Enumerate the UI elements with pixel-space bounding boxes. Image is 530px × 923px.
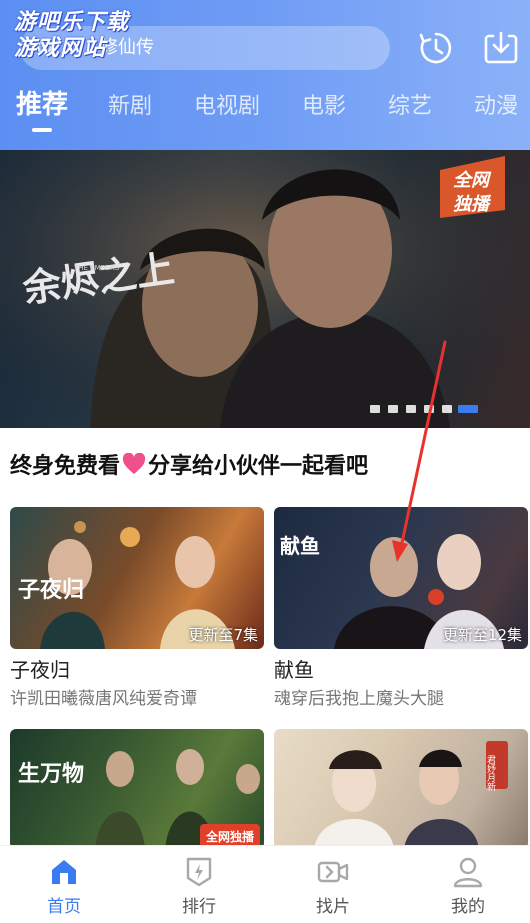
download-icon[interactable]	[483, 30, 519, 66]
nav-home-label: 首页	[47, 897, 81, 917]
nav-discover-label: 找片	[316, 897, 350, 917]
category-tabs: 推荐 新剧 电视剧 电影 综艺 动漫	[0, 88, 530, 138]
drama-card-poster[interactable]: 献鱼 更新至12集	[274, 507, 528, 649]
nav-profile[interactable]: 我的	[428, 846, 508, 923]
section-title-prefix: 终身免费看	[10, 454, 121, 479]
watermark: 游吧乐下载 游戏网站	[14, 10, 129, 62]
tab-movies[interactable]: 电影	[302, 92, 346, 122]
nav-ranking-label: 排行	[182, 897, 216, 917]
banner-poster-art: 余烬之上 THE EMBERS 全网 独播	[0, 150, 530, 428]
poster-title-art: 子夜归	[18, 577, 84, 603]
home-icon	[52, 860, 76, 884]
drama-description: 魂穿后我抱上魔头大腿	[274, 689, 444, 709]
tab-anime[interactable]: 动漫	[474, 92, 518, 122]
section-title-suffix: 分享给小伙伴一起看吧	[148, 454, 369, 479]
episode-update-badge: 更新至12集	[442, 626, 522, 644]
watermark-line1: 游吧乐下载	[14, 10, 130, 35]
exclusive-badge-line2: 独播	[453, 194, 492, 215]
pagination-dot[interactable]	[442, 405, 452, 413]
poster-title-art: 献鱼	[280, 534, 320, 558]
pagination-dot[interactable]	[406, 405, 416, 413]
pagination-dot[interactable]	[424, 405, 434, 413]
drama-title[interactable]: 献鱼	[274, 657, 314, 683]
drama-title[interactable]: 子夜归	[10, 657, 70, 683]
tab-tv-series[interactable]: 电视剧	[194, 92, 260, 122]
drama-card-poster[interactable]: 子夜归 更新至7集	[10, 507, 264, 649]
active-tab-indicator	[32, 128, 52, 132]
banner-title-en: THE EMBERS	[73, 264, 120, 272]
user-icon	[453, 857, 483, 888]
ranking-icon	[186, 857, 212, 887]
tab-variety[interactable]: 综艺	[388, 92, 432, 122]
history-icon[interactable]	[418, 30, 454, 66]
exclusive-badge: 全网独播	[205, 829, 255, 844]
video-camera-icon	[317, 861, 349, 883]
section-title: 终身免费看 分享给小伙伴一起看吧	[10, 452, 368, 482]
poster-title-art: 生万物	[18, 761, 84, 787]
drama-card-poster[interactable]: 生万物 全网独播	[10, 729, 264, 849]
episode-update-badge: 更新至7集	[188, 626, 258, 644]
pagination-dot[interactable]	[370, 405, 380, 413]
poster-title-art: 君妤月新	[485, 755, 496, 792]
tab-recommend[interactable]: 推荐	[16, 90, 68, 120]
hero-banner[interactable]: 余烬之上 THE EMBERS 全网 独播	[0, 150, 530, 428]
watermark-line2: 游戏网站	[14, 36, 107, 61]
tab-new-series[interactable]: 新剧	[108, 92, 152, 122]
exclusive-badge-line1: 全网	[453, 170, 492, 191]
pagination-dot-active[interactable]	[458, 405, 478, 413]
nav-ranking[interactable]: 排行	[159, 846, 239, 923]
bottom-navigation: 首页 排行 找片 我的	[0, 845, 530, 923]
heart-icon	[122, 452, 146, 474]
nav-discover[interactable]: 找片	[293, 846, 373, 923]
nav-home[interactable]: 首页	[24, 846, 104, 923]
pagination-dot[interactable]	[388, 405, 398, 413]
nav-profile-label: 我的	[451, 897, 485, 917]
drama-description: 许凯田曦薇唐风纯爱奇谭	[10, 689, 197, 709]
drama-card-poster[interactable]: 君妤月新	[274, 729, 528, 849]
poster-art: 君妤月新	[314, 741, 508, 849]
poster-art: 生万物 全网独播	[18, 749, 260, 849]
